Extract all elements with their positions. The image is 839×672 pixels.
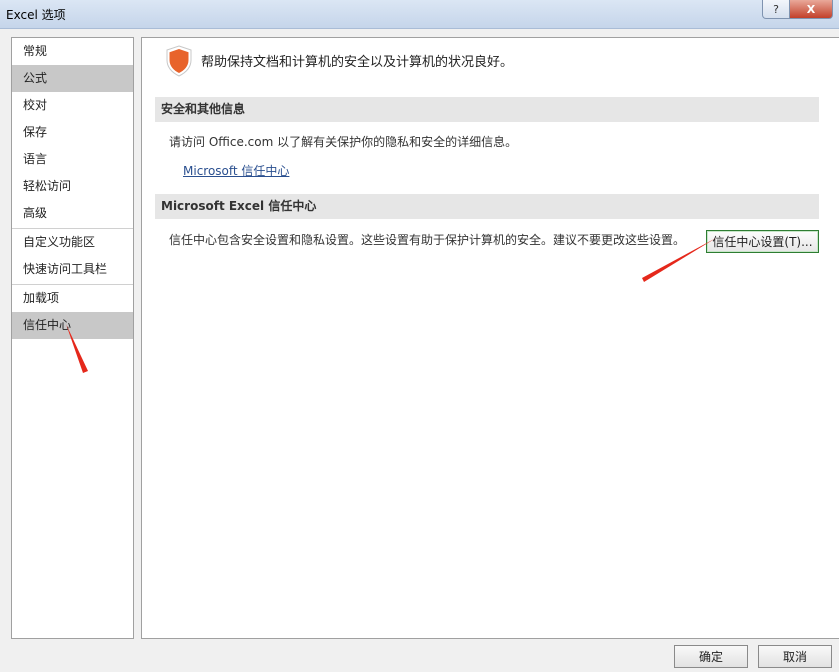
nav-item-customize-ribbon[interactable]: 自定义功能区 <box>12 229 133 256</box>
trust-center-description: 信任中心包含安全设置和隐私设置。这些设置有助于保护计算机的安全。建议不要更改这些… <box>169 233 686 247</box>
ok-button[interactable]: 确定 <box>674 645 748 668</box>
section-header-security-info: 安全和其他信息 <box>155 97 819 122</box>
nav-item-advanced[interactable]: 高级 <box>12 200 133 227</box>
nav-item-language[interactable]: 语言 <box>12 146 133 173</box>
window-title: Excel 选项 <box>6 8 66 22</box>
section-header-excel-trust-center: Microsoft Excel 信任中心 <box>155 194 819 219</box>
title-bar: Excel 选项 ? X <box>0 0 839 29</box>
security-info-text: 请访问 Office.com 以了解有关保护你的隐私和安全的详细信息。 <box>169 135 518 149</box>
nav-item-accessibility[interactable]: 轻松访问 <box>12 173 133 200</box>
microsoft-trust-center-link[interactable]: Microsoft 信任中心 <box>183 162 289 179</box>
cancel-button[interactable]: 取消 <box>758 645 832 668</box>
options-nav: 常规 公式 校对 保存 语言 轻松访问 高级 自定义功能区 快速访问工具栏 加载… <box>11 37 134 639</box>
nav-item-proofing[interactable]: 校对 <box>12 92 133 119</box>
close-button[interactable]: X <box>790 0 833 19</box>
shield-icon <box>166 45 192 77</box>
content-pane: 帮助保持文档和计算机的安全以及计算机的状况良好。 安全和其他信息 请访问 Off… <box>141 37 839 639</box>
help-button[interactable]: ? <box>762 0 790 19</box>
trust-center-settings-button[interactable]: 信任中心设置(T)... <box>706 230 819 253</box>
nav-item-quick-access-toolbar[interactable]: 快速访问工具栏 <box>12 256 133 283</box>
nav-item-save[interactable]: 保存 <box>12 119 133 146</box>
nav-item-general[interactable]: 常规 <box>12 38 133 65</box>
nav-item-formulas[interactable]: 公式 <box>12 65 133 92</box>
nav-item-add-ins[interactable]: 加载项 <box>12 285 133 312</box>
nav-item-trust-center[interactable]: 信任中心 <box>12 312 133 339</box>
window-controls: ? X <box>762 0 833 19</box>
intro-text: 帮助保持文档和计算机的安全以及计算机的状况良好。 <box>201 55 514 70</box>
